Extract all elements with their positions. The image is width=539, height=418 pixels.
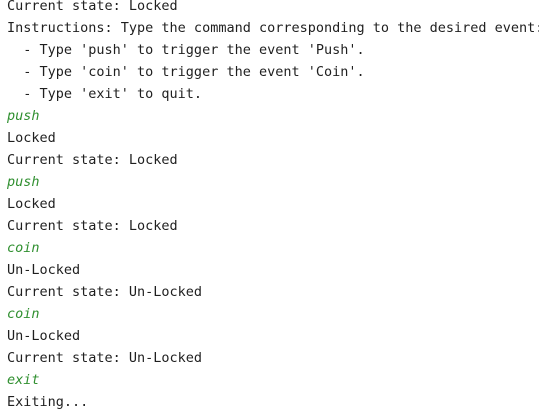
- console-line-output: Locked: [7, 130, 56, 146]
- console-line-user-input: push: [7, 174, 40, 190]
- console-line-output: Current state: Un-Locked: [7, 284, 203, 300]
- console-line-output: - Type 'exit' to quit.: [7, 86, 203, 102]
- console-line-output: Instructions: Type the command correspon…: [7, 20, 539, 36]
- console-line-output: Current state: Locked: [7, 218, 178, 234]
- console-line-user-input: exit: [7, 372, 40, 388]
- console-line-user-input: push: [7, 108, 40, 124]
- console-line-output: Un-Locked: [7, 328, 81, 344]
- console-line-user-input: coin: [7, 306, 40, 322]
- console-line-output: Exiting...: [7, 394, 89, 410]
- console-line-user-input: coin: [7, 240, 40, 256]
- console-line-output: Current state: Locked: [7, 152, 178, 168]
- console-line-output: - Type 'push' to trigger the event 'Push…: [7, 42, 365, 58]
- console-line-output: Locked: [7, 196, 56, 212]
- console-output[interactable]: Current state: Locked Instructions: Type…: [0, 0, 539, 413]
- console-line-output: Current state: Un-Locked: [7, 350, 203, 366]
- console-line-output: - Type 'coin' to trigger the event 'Coin…: [7, 64, 365, 80]
- console-line-output: Current state: Locked: [7, 0, 178, 14]
- console-line-output: Un-Locked: [7, 262, 81, 278]
